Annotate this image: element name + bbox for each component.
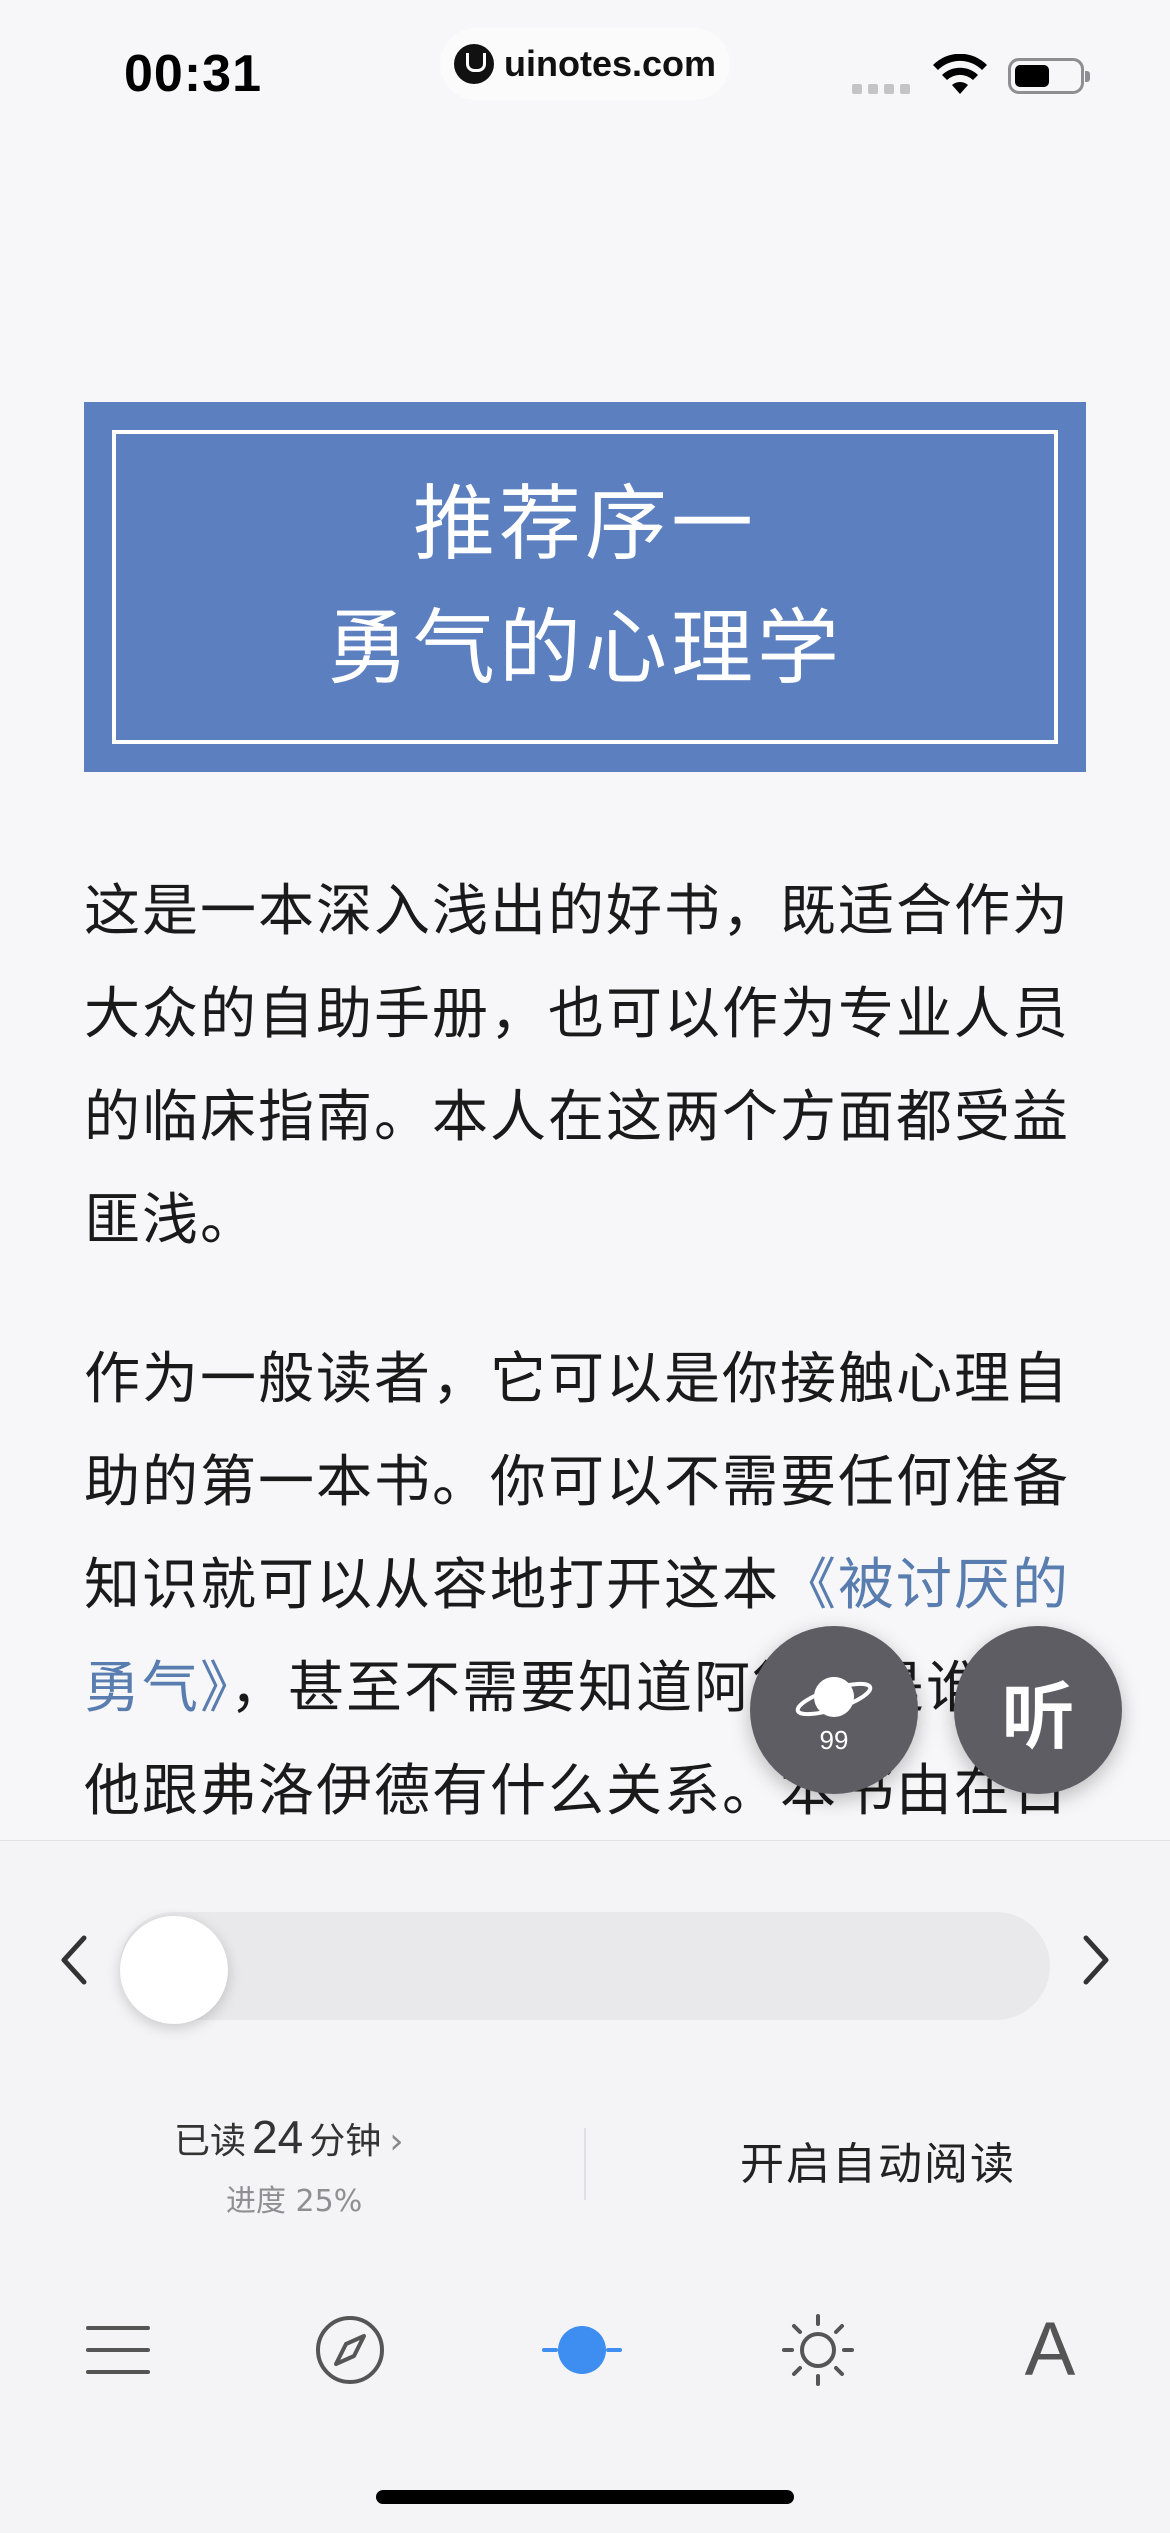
wifi-icon xyxy=(933,54,987,94)
read-time-minutes: 24 xyxy=(252,2111,304,2163)
watermark-badge: uinotes.com xyxy=(440,28,730,100)
read-time-prefix: 已读 xyxy=(174,2121,247,2162)
reading-content[interactable]: 这是一本深入浅出的好书，既适合作为大众的自助手册，也可以作为专业人员的临床指南。… xyxy=(84,860,1088,1899)
home-indicator xyxy=(376,2490,794,2504)
planet-comment-count: 99 xyxy=(819,1724,849,1755)
panel-divider xyxy=(584,2128,586,2200)
planet-comments-button[interactable]: 99 xyxy=(750,1626,918,1794)
watermark-text: uinotes.com xyxy=(503,43,717,84)
compass-icon[interactable] xyxy=(310,2310,390,2390)
chapter-title-line1: 推荐序一 xyxy=(412,477,757,572)
slider-thumb[interactable] xyxy=(120,1916,228,2024)
listen-label: 听 xyxy=(1001,1674,1074,1759)
progress-dot-icon[interactable] xyxy=(542,2310,622,2390)
uinotes-logo-icon xyxy=(453,44,494,84)
read-time-suffix: 分钟 xyxy=(309,2121,382,2162)
read-time-link[interactable]: 已读 24 分钟 › xyxy=(174,2110,404,2164)
font-settings-button[interactable]: A xyxy=(1010,2310,1090,2390)
paragraph-2-text-after: ，甚至不需要知道阿德勒是谁，他跟弗洛伊德有什么关系。本书由在日 xyxy=(84,1656,1070,1824)
next-chapter-chevron-icon[interactable] xyxy=(1076,1930,1116,1990)
reading-progress-slider[interactable] xyxy=(120,1912,1050,2024)
chapter-banner: 推荐序一 勇气的心理学 xyxy=(84,402,1086,772)
cellular-signal-icon xyxy=(852,84,910,94)
chapter-banner-frame: 推荐序一 勇气的心理学 xyxy=(112,430,1058,744)
battery-icon xyxy=(1008,58,1090,94)
paragraph-1[interactable]: 这是一本深入浅出的好书，既适合作为大众的自助手册，也可以作为专业人员的临床指南。… xyxy=(84,860,1088,1272)
previous-chapter-chevron-icon[interactable] xyxy=(54,1930,94,1990)
brightness-icon[interactable] xyxy=(778,2310,858,2390)
auto-read-button[interactable]: 开启自动阅读 xyxy=(740,2128,1016,2192)
planet-icon xyxy=(795,1676,873,1717)
chapter-title-line2: 勇气的心理学 xyxy=(326,601,843,696)
paragraph-2[interactable]: 作为一般读者，它可以是你接触心理自助的第一本书。你可以不需要任何准备知识就可以从… xyxy=(84,1328,1088,1843)
status-time: 00:31 xyxy=(124,45,262,103)
table-of-contents-icon[interactable] xyxy=(78,2310,158,2390)
listen-button[interactable]: 听 xyxy=(954,1626,1122,1794)
chevron-right-icon: › xyxy=(389,2121,404,2162)
progress-percent: 进度 25% xyxy=(226,2184,363,2219)
